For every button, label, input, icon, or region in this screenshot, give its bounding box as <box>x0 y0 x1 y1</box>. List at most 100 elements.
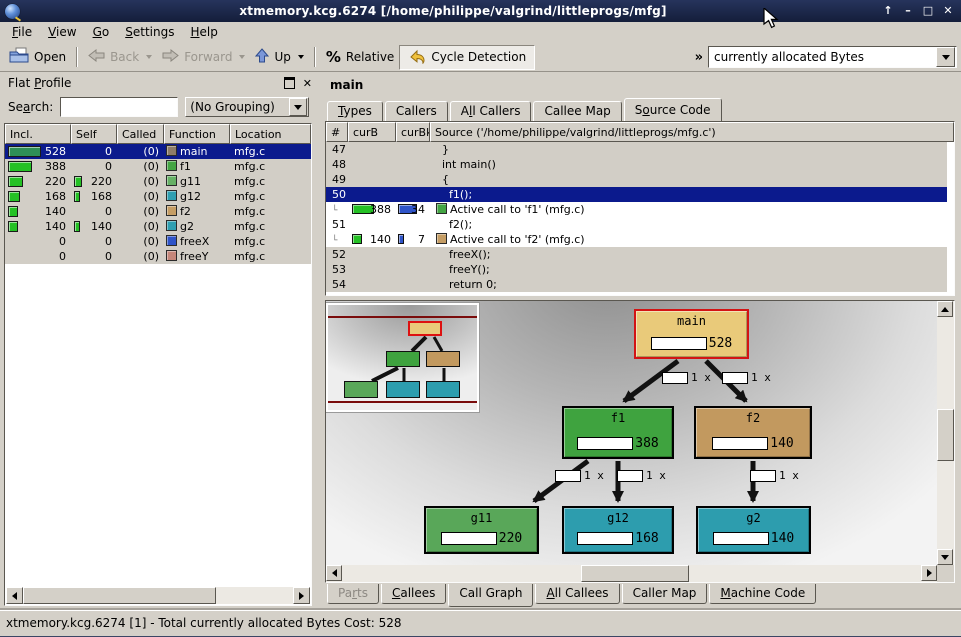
column-header-function[interactable]: Function <box>164 124 230 144</box>
table-row[interactable]: 388 0 (0) f1 mfg.c <box>5 159 311 174</box>
source-line[interactable]: 49{ <box>326 172 954 187</box>
titlebar[interactable]: xtmemory.kcg.6274 [/home/philippe/valgri… <box>0 0 961 22</box>
menu-file[interactable]: File <box>4 23 40 42</box>
active-call-line[interactable]: └ 140 7 Active call to 'f2' (mfg.c) <box>326 232 954 247</box>
grouping-dropdown-button[interactable] <box>289 98 307 116</box>
status-text: xtmemory.kcg.6274 [1] - Total currently … <box>6 616 401 630</box>
call-graph-canvas[interactable]: main 528 f1 388 f2 140 g11 220 g12 168 g… <box>326 301 937 565</box>
source-line[interactable]: 51 f2(); <box>326 217 954 232</box>
source-vscrollbar[interactable] <box>947 142 954 295</box>
graph-hscrollbar[interactable] <box>326 565 937 582</box>
source-line-selected[interactable]: 50 f1(); <box>326 187 954 202</box>
up-dropdown-icon[interactable] <box>298 55 304 59</box>
active-call-line[interactable]: └ 388 34 Active call to 'f1' (mfg.c) <box>326 202 954 217</box>
menu-go[interactable]: Go <box>85 23 118 42</box>
source-line[interactable]: 54 return 0; <box>326 277 954 292</box>
tab-callees[interactable]: Callees <box>381 584 446 604</box>
column-header-self[interactable]: Self <box>71 124 117 144</box>
cost-bar <box>713 532 769 545</box>
cycle-detection-toggle-button[interactable]: Cycle Detection <box>399 45 535 70</box>
close-button[interactable]: ✕ <box>941 4 955 18</box>
toolbar-separator <box>314 47 316 67</box>
up-button[interactable]: Up <box>250 45 308 69</box>
maximize-button[interactable]: □ <box>921 4 935 18</box>
forward-dropdown-icon[interactable] <box>239 55 245 59</box>
column-header-location[interactable]: Location <box>230 124 311 144</box>
graph-node-g11[interactable]: g11 220 <box>424 506 539 554</box>
forward-button[interactable]: Forward <box>157 45 250 69</box>
tab-all-callees[interactable]: All Callees <box>535 584 619 604</box>
menu-help[interactable]: Help <box>182 23 225 42</box>
table-row[interactable]: 140 0 (0) f2 mfg.c <box>5 204 311 219</box>
graph-node-main[interactable]: main 528 <box>634 309 749 359</box>
tab-callee-map[interactable]: Callee Map <box>533 101 621 121</box>
table-row[interactable]: 0 0 (0) freeY mfg.c <box>5 249 311 264</box>
scroll-left-button[interactable] <box>6 587 23 604</box>
search-input[interactable] <box>60 97 178 117</box>
open-button[interactable]: Open <box>4 45 71 69</box>
column-header-incl[interactable]: Incl. <box>5 124 71 144</box>
flat-profile-hscrollbar[interactable] <box>6 587 310 604</box>
tab-machine-code[interactable]: Machine Code <box>709 584 816 604</box>
table-row[interactable]: 0 0 (0) freeX mfg.c <box>5 234 311 249</box>
table-row[interactable]: 140 140 (0) g2 mfg.c <box>5 219 311 234</box>
scroll-right-button[interactable] <box>921 565 937 581</box>
tab-types[interactable]: Types <box>327 101 383 121</box>
graph-vscrollbar[interactable] <box>937 301 954 565</box>
relative-toggle-button[interactable]: % Relative <box>321 45 399 69</box>
graph-node-g2[interactable]: g2 140 <box>696 506 811 554</box>
tab-call-graph[interactable]: Call Graph <box>448 584 533 607</box>
table-row[interactable]: 528 0 (0) main mfg.c <box>5 144 311 159</box>
scroll-left-button[interactable] <box>326 565 342 581</box>
cost-bar <box>577 437 633 450</box>
tab-all-callers[interactable]: All Callers <box>450 101 532 121</box>
column-header-source[interactable]: Source ('/home/philippe/valgrind/littlep… <box>430 122 954 142</box>
source-line[interactable]: 48int main() <box>326 157 954 172</box>
tab-callers[interactable]: Callers <box>385 101 448 121</box>
column-header-line[interactable]: # <box>326 122 348 142</box>
scrollbar-thumb[interactable] <box>581 565 689 582</box>
cost-bar <box>441 532 497 545</box>
function-color-icon <box>166 175 177 186</box>
graph-node-f1[interactable]: f1 388 <box>562 406 674 459</box>
source-line[interactable]: 53 freeY(); <box>326 262 954 277</box>
scroll-right-button[interactable] <box>293 587 310 604</box>
minimap-node-g11 <box>344 381 378 398</box>
dock-titlebar[interactable]: Flat Profile ✕ <box>2 73 318 93</box>
up-arrow-icon <box>255 48 269 66</box>
graph-node-g12[interactable]: g12 168 <box>562 506 674 554</box>
source-code-view: # curB curBk Source ('/home/philippe/val… <box>325 121 955 296</box>
source-line[interactable]: 47} <box>326 142 954 157</box>
graph-overview-minimap[interactable] <box>326 303 479 412</box>
minimize-button[interactable]: – <box>901 4 915 18</box>
forward-arrow-icon <box>162 49 179 65</box>
cost-type-select[interactable]: currently allocated Bytes <box>708 46 957 68</box>
grouping-select[interactable]: (No Grouping) <box>185 97 309 117</box>
table-row[interactable]: 168 168 (0) g12 mfg.c <box>5 189 311 204</box>
column-header-called[interactable]: Called <box>117 124 164 144</box>
menu-settings[interactable]: Settings <box>117 23 182 42</box>
window-title: xtmemory.kcg.6274 [/home/philippe/valgri… <box>25 4 881 18</box>
graph-node-f2[interactable]: f2 140 <box>694 406 812 459</box>
dock-float-icon[interactable] <box>284 77 295 89</box>
tab-source-code[interactable]: Source Code <box>624 98 722 121</box>
flat-profile-dock: Flat Profile ✕ Search: (No Grouping) Inc… <box>2 73 318 610</box>
scrollbar-thumb[interactable] <box>23 587 216 604</box>
cost-type-dropdown-button[interactable] <box>936 47 955 67</box>
scroll-down-button[interactable] <box>937 549 953 565</box>
scrollbar-thumb[interactable] <box>937 409 954 461</box>
back-dropdown-icon[interactable] <box>146 55 152 59</box>
column-header-curbk[interactable]: curBk <box>396 122 430 142</box>
menu-view[interactable]: View <box>40 23 84 42</box>
dock-close-icon[interactable]: ✕ <box>303 78 312 89</box>
table-row[interactable]: 220 220 (0) g11 mfg.c <box>5 174 311 189</box>
tab-caller-map[interactable]: Caller Map <box>622 584 708 604</box>
shade-button[interactable]: ↑ <box>881 4 895 18</box>
source-line[interactable]: 52 freeX(); <box>326 247 954 262</box>
table-header: Incl. Self Called Function Location <box>5 124 311 144</box>
scroll-up-button[interactable] <box>937 301 953 317</box>
back-button[interactable]: Back <box>83 45 157 69</box>
tab-parts[interactable]: Parts <box>327 584 379 604</box>
toolbar-overflow-chevron[interactable]: » <box>690 50 708 65</box>
column-header-curb[interactable]: curB <box>348 122 396 142</box>
